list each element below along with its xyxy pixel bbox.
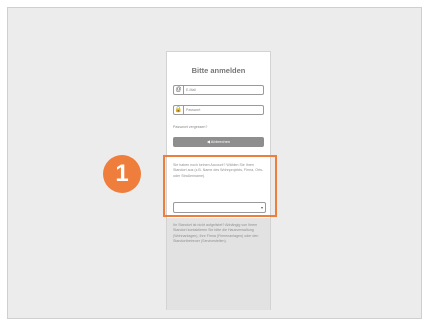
at-icon: @	[174, 86, 184, 94]
forgot-password-link[interactable]: Passwort vergessen?	[173, 125, 207, 129]
password-field[interactable]: 🔒	[173, 105, 264, 115]
email-input[interactable]	[186, 86, 262, 94]
annotation-badge: 1	[103, 155, 141, 193]
cancel-button-label: Abbrechen	[210, 139, 231, 144]
password-input[interactable]	[186, 106, 262, 114]
not-listed-text: Ihr Standort ist nicht aufgelistet? Abhä…	[173, 223, 259, 244]
page-title: Bitte anmelden	[191, 66, 246, 75]
annotation-highlight-box	[163, 155, 277, 217]
arrow-left-icon: ◀	[206, 139, 210, 144]
lock-icon: 🔒	[174, 106, 184, 114]
email-field[interactable]: @	[173, 85, 264, 95]
cancel-button[interactable]: ◀ Abbrechen	[173, 137, 264, 147]
